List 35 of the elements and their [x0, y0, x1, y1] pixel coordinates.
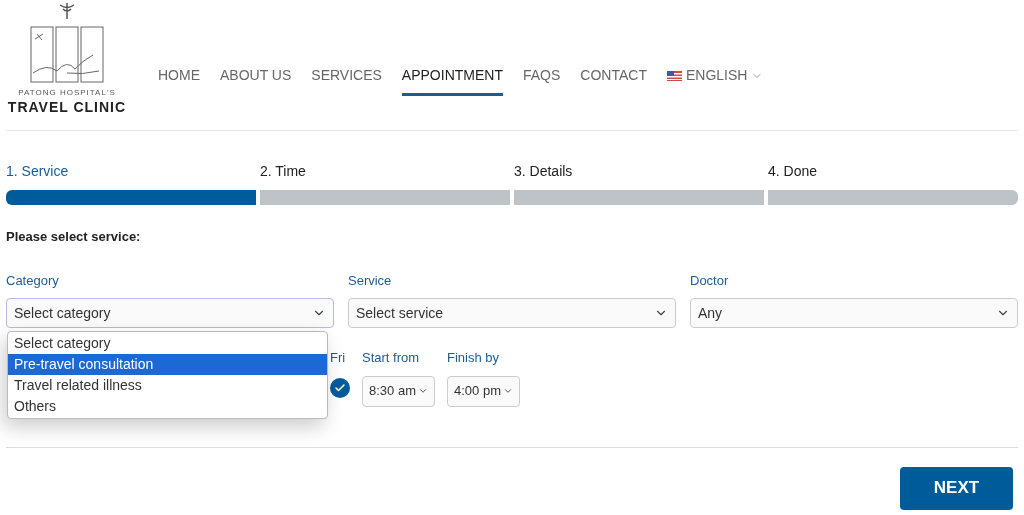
day-checkbox[interactable]	[330, 377, 350, 398]
dropdown-option[interactable]: Others	[8, 395, 327, 417]
nav-link[interactable]: HOME	[158, 65, 200, 96]
flag-icon	[666, 70, 682, 81]
dropdown-option[interactable]: Pre-travel consultation	[8, 353, 327, 375]
select-field[interactable]: Any	[690, 298, 1018, 328]
section-prompt: Please select service:	[6, 228, 142, 246]
field-label: Doctor	[690, 271, 730, 290]
nav-link[interactable]: CONTACT	[580, 65, 647, 96]
select-field[interactable]: Select category	[6, 298, 334, 328]
select-field[interactable]: Select service	[348, 298, 676, 328]
dropdown-option[interactable]: Select category	[8, 332, 327, 354]
chevron-icon	[418, 386, 428, 396]
next-button[interactable]: NEXT	[900, 466, 1013, 510]
step-label: 2. Time	[260, 162, 307, 181]
nav-link[interactable]: SERVICES	[311, 65, 382, 96]
day-label: Fri	[330, 349, 346, 367]
field-label: Category	[6, 271, 60, 290]
step-label: 1. Service	[6, 162, 70, 181]
nav-link[interactable]: ABOUT US	[220, 65, 292, 96]
step-label: 3. Details	[514, 162, 574, 181]
check-icon	[334, 381, 346, 394]
chevron-icon	[502, 386, 513, 396]
time-select[interactable]: 4:00 pm	[447, 375, 520, 407]
time-select[interactable]: 8:30 am	[362, 375, 435, 407]
logo-tagline: PATONG HOSPITAL'S	[18, 86, 116, 99]
nav-link[interactable]: FAQS	[523, 65, 561, 96]
time-label: Finish by	[447, 349, 500, 367]
nav-link[interactable]: APPOINTMENT	[401, 65, 503, 96]
logo-name: TRAVEL CLINIC	[7, 98, 127, 116]
field-label: Service	[348, 271, 393, 290]
time-label: Start from	[362, 349, 421, 367]
language-selector[interactable]: ENGLISH	[666, 65, 764, 96]
dropdown-option[interactable]: Travel related illness	[8, 374, 327, 396]
step-label: 4. Done	[768, 162, 819, 181]
